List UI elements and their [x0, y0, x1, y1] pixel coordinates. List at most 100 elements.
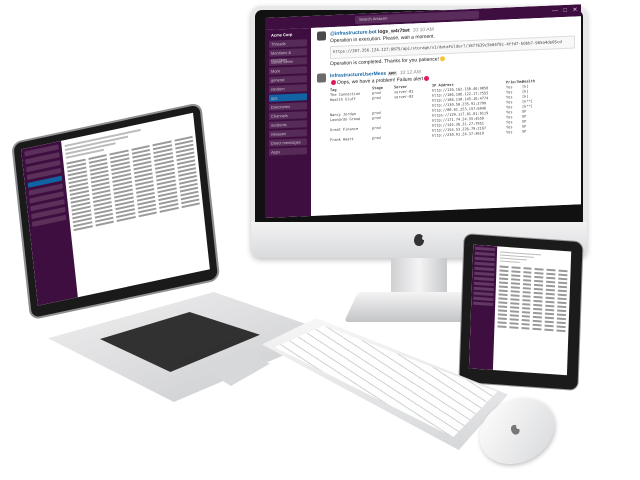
table-cell	[509, 318, 519, 321]
table-cell	[557, 301, 567, 305]
sidebar-item[interactable]: More	[269, 66, 307, 75]
table-cell	[533, 315, 543, 319]
device-mockup-scene: Search Antacrm — □ ✕ Acme Corp Threads Me…	[0, 0, 640, 480]
sidebar-item[interactable]	[474, 251, 495, 257]
table-cell	[556, 329, 566, 333]
table-cell	[497, 309, 507, 313]
table-cell	[534, 295, 543, 299]
workspace-name[interactable]: Acme Corp	[269, 30, 307, 39]
sidebar-item[interactable]	[473, 286, 494, 292]
table-cell	[546, 268, 556, 272]
table-cell	[499, 265, 509, 269]
table-cell	[533, 299, 543, 303]
table-cell	[499, 273, 509, 277]
table-cell	[557, 293, 567, 297]
table-cell	[557, 289, 567, 293]
table-cell	[545, 308, 555, 312]
sidebar-item[interactable]	[473, 291, 494, 297]
laptop	[13, 104, 334, 405]
alert-emoji-icon	[424, 75, 430, 81]
table-cell	[558, 269, 568, 273]
table-cell	[544, 324, 554, 328]
sidebar-item[interactable]	[474, 266, 495, 272]
table-cell	[509, 310, 519, 313]
table-cell	[510, 302, 519, 305]
sidebar-item[interactable]: general	[269, 75, 307, 84]
table-cell	[498, 285, 508, 289]
avatar[interactable]	[317, 31, 326, 41]
table-cell	[558, 285, 567, 289]
sidebar-item[interactable]: Directories	[269, 102, 307, 111]
table-cell	[522, 299, 531, 302]
sidebar-item[interactable]: Mentions & reactions	[269, 48, 307, 63]
table-cell	[497, 313, 507, 316]
maximize-icon[interactable]: □	[561, 7, 569, 15]
table-cell	[534, 283, 544, 287]
message: InfrastructureUserMess APP 10:12 AM Oops,…	[317, 62, 575, 143]
table-cell	[521, 323, 531, 326]
sidebar-item[interactable]	[474, 261, 495, 267]
table-cell	[522, 283, 532, 286]
table-cell	[499, 269, 509, 273]
table-cell: Frank Heart	[330, 137, 354, 143]
table-cell	[523, 271, 532, 274]
minimize-icon[interactable]: —	[551, 7, 559, 15]
sidebar-item[interactable]	[473, 281, 494, 287]
ipad-body	[459, 234, 583, 390]
table-cell	[557, 309, 567, 313]
sidebar-item[interactable]: Channels	[269, 111, 307, 120]
sidebar-item[interactable]: releases	[269, 129, 307, 138]
table-cell	[521, 319, 531, 322]
table-cell	[511, 274, 520, 277]
table-cell	[556, 317, 566, 321]
sidebar-item[interactable]	[474, 276, 495, 282]
sidebar-item[interactable]	[474, 256, 495, 262]
table-cell	[557, 297, 567, 301]
clap-emoji-icon	[439, 55, 445, 62]
table-cell	[497, 317, 507, 320]
sidebar-item[interactable]: Saved items	[269, 57, 307, 66]
laptop-screen	[21, 112, 210, 306]
table-cell	[522, 279, 532, 282]
message-time[interactable]: 10:10 AM	[413, 27, 434, 34]
table-cell	[498, 305, 508, 309]
ipad	[459, 234, 583, 390]
table-cell	[533, 303, 543, 307]
sidebar-item[interactable]	[475, 246, 496, 252]
sidebar-item[interactable]: Threads	[269, 39, 307, 48]
sidebar-item[interactable]	[473, 301, 494, 307]
table-cell	[558, 281, 568, 285]
table-cell	[533, 319, 543, 323]
table-cell	[546, 288, 556, 292]
close-icon[interactable]: ✕	[571, 6, 579, 14]
apple-logo-icon	[509, 423, 522, 436]
ipad-screen	[468, 244, 572, 376]
alert-emoji-icon	[331, 79, 336, 85]
message-line	[499, 260, 521, 263]
apple-logo-icon	[414, 234, 426, 246]
app-badge: APP	[387, 71, 397, 76]
table-cell: SP	[522, 129, 527, 134]
table-cell	[545, 320, 554, 324]
table-cell	[510, 298, 520, 301]
table-cell	[509, 306, 519, 309]
table-cell: Yes	[506, 130, 513, 135]
table-cell	[545, 312, 555, 316]
sidebar-item[interactable]: random	[269, 84, 307, 93]
table-cell	[511, 270, 521, 273]
avatar[interactable]	[317, 73, 326, 83]
sidebar-item[interactable]	[474, 271, 495, 277]
table-cell	[534, 279, 544, 283]
sidebar-item[interactable]: ops	[269, 93, 307, 102]
table-cell	[497, 321, 507, 324]
table-cell	[533, 323, 542, 327]
table-cell	[534, 275, 544, 279]
sidebar-item[interactable]: incidents	[269, 120, 307, 129]
status-table: Tag Stage Server IP Address Prim/Sec Health Th…	[330, 77, 575, 143]
table-cell	[521, 303, 531, 306]
sidebar-item[interactable]	[473, 296, 494, 302]
table-cell	[532, 327, 542, 331]
laptop-lid	[13, 104, 219, 318]
table-cell	[498, 289, 508, 293]
table-cell	[509, 314, 519, 317]
